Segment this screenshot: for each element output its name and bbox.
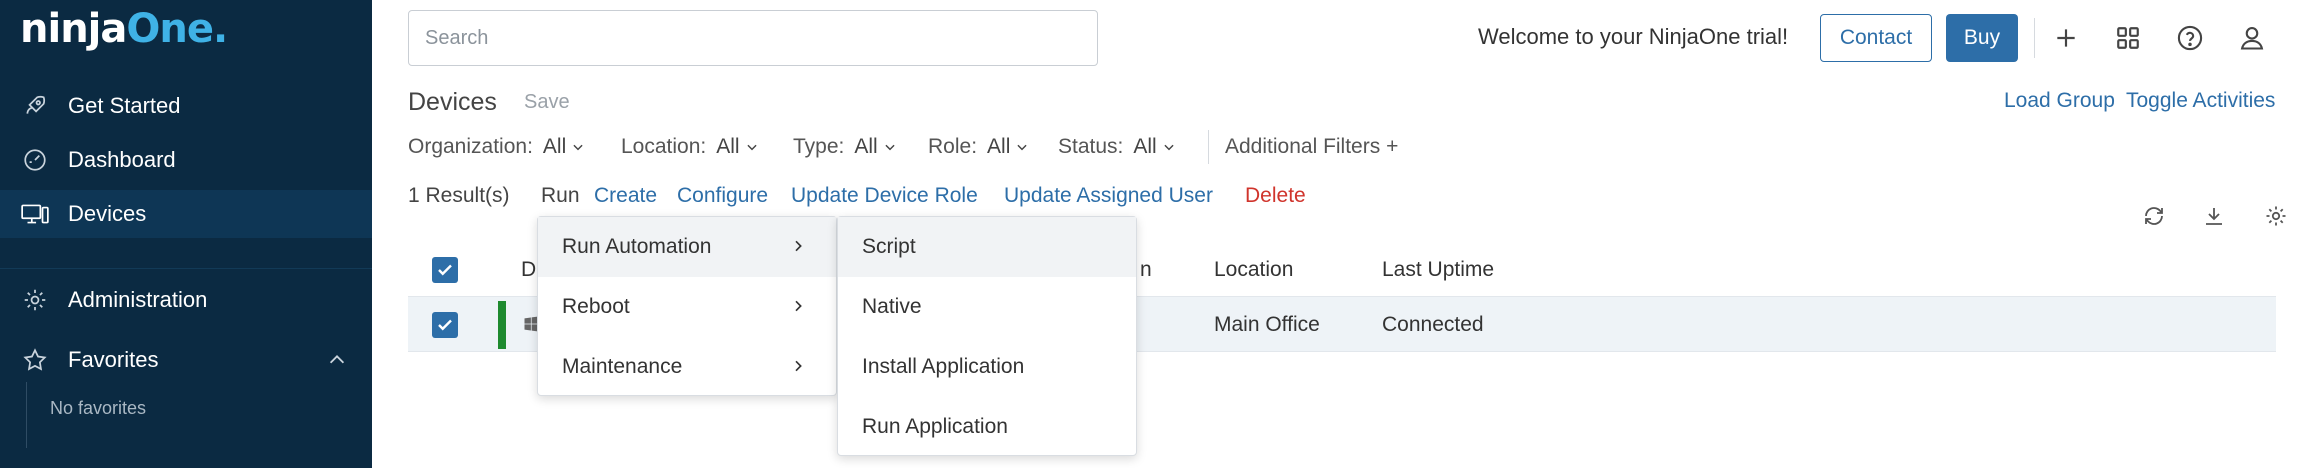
- help-icon[interactable]: [2174, 22, 2206, 54]
- logo-text-ninja: ninja: [20, 6, 127, 52]
- submenu-item-run-application[interactable]: Run Application: [838, 397, 1136, 457]
- additional-filters-button[interactable]: Additional Filters +: [1225, 135, 1398, 159]
- create-link[interactable]: Create: [594, 184, 657, 208]
- filter-divider: [1208, 130, 1209, 164]
- sidebar-item-dashboard[interactable]: Dashboard: [0, 136, 372, 184]
- gear-icon: [20, 285, 50, 315]
- filter-value: All: [1133, 135, 1157, 158]
- filter-role[interactable]: Role: All: [928, 135, 1029, 159]
- row-checkbox[interactable]: [432, 312, 458, 338]
- sidebar: ninja One. Get Started Dashboard Devices …: [0, 0, 372, 468]
- update-assigned-user-link[interactable]: Update Assigned User: [1004, 184, 1213, 208]
- chevron-down-icon: [746, 144, 757, 151]
- star-icon: [20, 345, 50, 375]
- run-menu: Run Automation Reboot Maintenance: [537, 216, 837, 396]
- sidebar-item-label: Administration: [68, 287, 208, 312]
- menu-item-label: Run Automation: [562, 235, 712, 258]
- rocket-icon: [20, 91, 50, 121]
- search-input[interactable]: [408, 10, 1098, 66]
- filter-label: Organization:: [408, 135, 533, 158]
- user-icon[interactable]: [2236, 22, 2268, 54]
- logo-dot: .: [212, 6, 228, 52]
- column-header-device[interactable]: D: [521, 258, 536, 282]
- welcome-message: Welcome to your NinjaOne trial!: [1478, 24, 1789, 49]
- submenu-item-script[interactable]: Script: [838, 217, 1136, 277]
- sidebar-item-label: Devices: [68, 201, 147, 226]
- sidebar-item-get-started[interactable]: Get Started: [0, 82, 372, 130]
- no-favorites-text: No favorites: [50, 398, 147, 418]
- menu-item-reboot[interactable]: Reboot: [538, 277, 836, 337]
- filter-type[interactable]: Type: All: [793, 135, 897, 159]
- column-header-partial[interactable]: n: [1140, 258, 1152, 282]
- contact-button[interactable]: Contact: [1820, 14, 1932, 62]
- filter-value: All: [542, 135, 567, 158]
- run-automation-submenu: Script Native Install Application Run Ap…: [837, 216, 1137, 456]
- column-header-location[interactable]: Location: [1214, 258, 1293, 282]
- cell-location: Main Office: [1214, 313, 1320, 336]
- menu-item-label: Reboot: [562, 295, 630, 318]
- filter-label: Location:: [621, 135, 707, 158]
- gauge-icon: [20, 145, 50, 175]
- run-button[interactable]: Run: [541, 184, 580, 208]
- filter-label: Type:: [793, 135, 845, 158]
- column-header-last-uptime[interactable]: Last Uptime: [1382, 258, 1494, 282]
- sidebar-item-label: Favorites: [68, 347, 159, 372]
- buy-button[interactable]: Buy: [1946, 14, 2018, 62]
- filter-label: Role:: [928, 135, 978, 158]
- sidebar-item-favorites[interactable]: Favorites: [0, 336, 372, 384]
- status-indicator: [498, 301, 506, 349]
- filter-location[interactable]: Location: All: [621, 135, 759, 159]
- menu-item-label: Native: [862, 295, 922, 318]
- menu-item-label: Run Application: [862, 415, 1008, 438]
- chevron-down-icon: [1164, 144, 1174, 151]
- select-all-checkbox[interactable]: [432, 257, 458, 283]
- sidebar-item-devices[interactable]: Devices: [0, 190, 372, 238]
- chevron-right-icon: [795, 300, 802, 312]
- apps-grid-icon[interactable]: [2112, 22, 2144, 54]
- favorites-rail: [26, 382, 27, 448]
- configure-link[interactable]: Configure: [677, 184, 768, 208]
- refresh-icon[interactable]: [2140, 202, 2168, 230]
- filter-value: All: [716, 135, 740, 158]
- toggle-activities-link[interactable]: Toggle Activities: [2126, 89, 2275, 113]
- sidebar-item-label: Get Started: [68, 93, 181, 118]
- update-device-role-link[interactable]: Update Device Role: [791, 184, 978, 208]
- chevron-right-icon: [795, 240, 802, 252]
- chevron-right-icon: [795, 360, 802, 372]
- settings-gear-icon[interactable]: [2262, 202, 2290, 230]
- filter-status[interactable]: Status: All: [1058, 135, 1176, 159]
- topbar-divider: [2034, 18, 2035, 58]
- download-icon[interactable]: [2200, 202, 2228, 230]
- cell-last-uptime: Connected: [1382, 313, 1484, 336]
- menu-item-run-automation[interactable]: Run Automation: [538, 217, 836, 277]
- sidebar-item-administration[interactable]: Administration: [0, 276, 372, 324]
- filter-label: Status:: [1058, 135, 1124, 158]
- chevron-up-icon[interactable]: [326, 349, 348, 371]
- devices-icon: [20, 199, 50, 229]
- plus-icon[interactable]: [2050, 22, 2082, 54]
- submenu-item-native[interactable]: Native: [838, 277, 1136, 337]
- chevron-down-icon: [885, 144, 895, 151]
- results-count: 1 Result(s): [408, 184, 510, 207]
- chevron-down-icon: [1017, 144, 1027, 151]
- load-group-link[interactable]: Load Group: [2004, 89, 2115, 113]
- delete-link[interactable]: Delete: [1245, 184, 1306, 208]
- sidebar-divider: [0, 268, 372, 269]
- chevron-down-icon: [573, 144, 583, 151]
- save-link[interactable]: Save: [524, 91, 570, 114]
- filter-organization[interactable]: Organization: All: [408, 135, 585, 159]
- page-title: Devices: [408, 88, 497, 116]
- ninjaone-logo[interactable]: ninja One.: [20, 6, 228, 70]
- menu-item-label: Script: [862, 235, 916, 258]
- filter-value: All: [987, 135, 1011, 158]
- logo-text-one: One: [126, 6, 214, 52]
- menu-item-label: Maintenance: [562, 355, 683, 378]
- filter-value: All: [854, 135, 878, 158]
- submenu-item-install-application[interactable]: Install Application: [838, 337, 1136, 397]
- sidebar-item-label: Dashboard: [68, 147, 176, 172]
- menu-item-label: Install Application: [862, 355, 1025, 378]
- menu-item-maintenance[interactable]: Maintenance: [538, 337, 836, 397]
